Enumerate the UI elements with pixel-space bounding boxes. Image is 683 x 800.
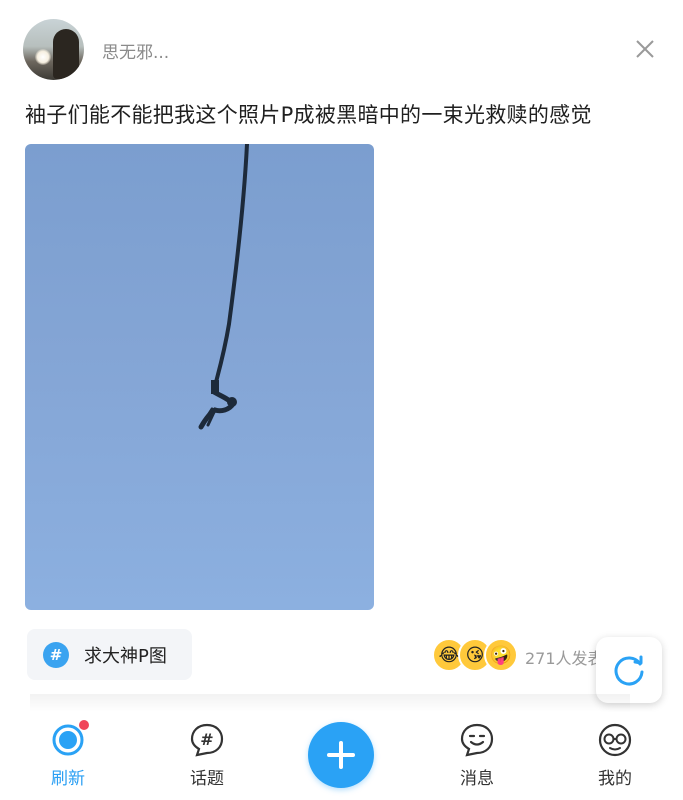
- nav-label-messages: 消息: [460, 769, 494, 789]
- avatar-person-silhouette: [53, 29, 79, 79]
- user-avatar[interactable]: [23, 19, 84, 80]
- post-photo[interactable]: [25, 144, 374, 610]
- topic-bubble-icon: #: [190, 723, 224, 757]
- message-face-icon: [460, 723, 494, 757]
- reply-count: 271人发表: [525, 649, 604, 668]
- notification-dot: [79, 720, 89, 730]
- bungee-jumper-illustration: [198, 144, 249, 430]
- card-bottom-shadow: [30, 694, 630, 712]
- profile-glasses-icon: [598, 723, 632, 757]
- crazy-emoji-icon: 🤪: [484, 638, 518, 672]
- topic-label: 求大神P图: [84, 645, 167, 667]
- nav-item-topic[interactable]: # 话题: [162, 712, 252, 800]
- nav-label-profile: 我的: [598, 769, 632, 789]
- nav-label-refresh: 刷新: [51, 769, 85, 789]
- add-post-button[interactable]: [308, 722, 374, 788]
- nav-item-refresh[interactable]: 刷新: [23, 712, 113, 800]
- username[interactable]: 思无邪...: [102, 38, 169, 63]
- nav-item-messages[interactable]: 消息: [432, 712, 522, 800]
- close-button[interactable]: [630, 34, 660, 64]
- refresh-icon: [614, 655, 644, 686]
- nav-item-profile[interactable]: 我的: [570, 712, 660, 800]
- post-text: 袖子们能不能把我这个照片P成被黑暗中的一束光救赎的感觉: [25, 103, 592, 127]
- hashtag-icon: #: [43, 641, 69, 668]
- close-icon: [636, 40, 654, 58]
- avatar-sun-glow: [35, 49, 51, 65]
- svg-text:#: #: [200, 730, 213, 749]
- topic-tag[interactable]: # 求大神P图: [27, 629, 192, 680]
- plus-icon: [327, 741, 355, 769]
- reaction-emojis[interactable]: 😂 😘 🤪: [432, 638, 520, 674]
- nav-label-topic: 话题: [190, 769, 224, 789]
